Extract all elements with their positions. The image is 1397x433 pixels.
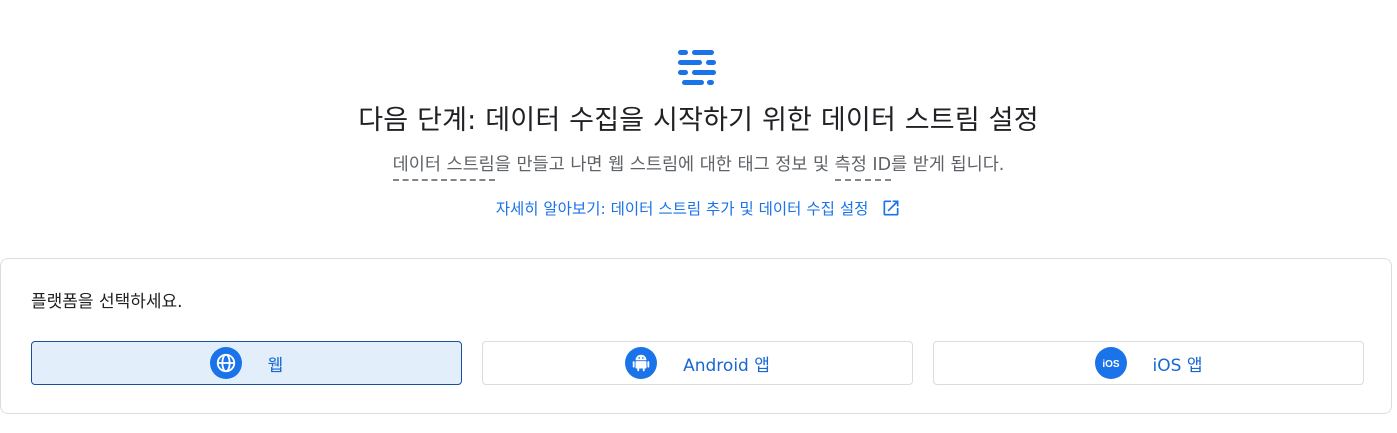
svg-text:iOS: iOS bbox=[1102, 359, 1120, 370]
android-icon bbox=[625, 347, 658, 379]
platform-ios-label: iOS 앱 bbox=[1152, 355, 1203, 376]
platform-android-label: Android 앱 bbox=[683, 355, 770, 376]
term-data-stream[interactable]: 데이터 스트림 bbox=[392, 155, 495, 181]
learn-more: 자세히 알아보기: 데이터 스트림 추가 및 데이터 수집 설정 bbox=[0, 197, 1397, 219]
platform-android-button[interactable]: Android 앱 bbox=[482, 341, 913, 385]
platform-card: 플랫폼을 선택하세요. 웹 Android 앱 iOS iOS 앱 bbox=[0, 258, 1392, 414]
ios-icon: iOS bbox=[1094, 347, 1127, 379]
subtitle-text: 을 만들고 나면 웹 스트림에 대한 태그 정보 및 bbox=[494, 155, 835, 175]
hero-section: 다음 단계: 데이터 수집을 시작하기 위한 데이터 스트림 설정 데이터 스트… bbox=[0, 0, 1397, 240]
platform-ios-button[interactable]: iOS iOS 앱 bbox=[933, 341, 1364, 385]
external-link-icon[interactable] bbox=[881, 198, 901, 218]
platform-web-button[interactable]: 웹 bbox=[31, 341, 462, 385]
subtitle-text-end: 를 받게 됩니다. bbox=[891, 155, 1005, 175]
page-title: 다음 단계: 데이터 수집을 시작하기 위한 데이터 스트림 설정 bbox=[358, 105, 1039, 136]
platform-web-label: 웹 bbox=[267, 355, 284, 376]
term-measurement-id[interactable]: 측정 ID bbox=[834, 155, 892, 181]
globe-icon bbox=[209, 347, 242, 379]
subtitle: 데이터 스트림을 만들고 나면 웹 스트림에 대한 태그 정보 및 측정 ID를… bbox=[0, 151, 1397, 181]
data-stream-icon bbox=[678, 50, 716, 85]
platform-select-label: 플랫폼을 선택하세요. bbox=[31, 292, 183, 312]
learn-more-link[interactable]: 자세히 알아보기: 데이터 스트림 추가 및 데이터 수집 설정 bbox=[496, 200, 869, 218]
